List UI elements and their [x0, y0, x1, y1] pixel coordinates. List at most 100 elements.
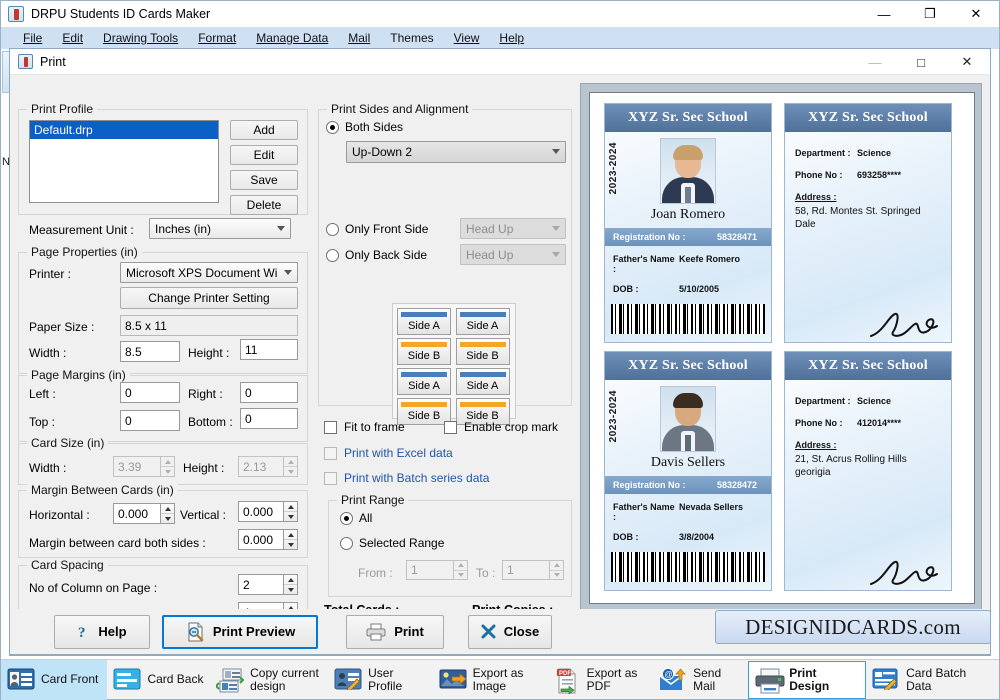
margin-bottom-input[interactable]: 0 [240, 408, 298, 429]
print-preview-pane[interactable]: XYZ Sr. Sec School 2023-2024 Joan Romero [580, 83, 982, 611]
menu-format[interactable]: Format [188, 29, 246, 47]
close-button[interactable]: Close [468, 614, 552, 649]
page-width-input[interactable]: 8.5 [120, 341, 180, 362]
card-2-field-father: Father's Name : Nevada Sellers [613, 502, 763, 522]
tool-print-design[interactable]: Print Design [748, 660, 867, 699]
both-sides-margin-value[interactable]: 0.000 [238, 529, 283, 550]
window-controls: — ❐ ✕ [861, 1, 999, 27]
card-width-value: 3.39 [113, 456, 160, 477]
horizontal-margin-value[interactable]: 0.000 [113, 503, 160, 524]
profile-delete-button[interactable]: Delete [230, 195, 298, 215]
dialog-maximize-icon[interactable]: □ [898, 49, 944, 75]
margin-right-input[interactable]: 0 [240, 382, 298, 403]
card-width-label: Width : [29, 461, 67, 475]
enable-crop-mark-box[interactable] [444, 420, 457, 434]
menu-manage-data[interactable]: Manage Data [246, 29, 338, 47]
tool-send-mail[interactable]: @ Send Mail [653, 660, 748, 700]
printer-select[interactable]: Microsoft XPS Document Wi [120, 262, 298, 283]
menu-view[interactable]: View [444, 29, 490, 47]
vertical-margin-spin-arrows[interactable] [283, 501, 298, 522]
card-1-photo [660, 138, 716, 204]
profile-edit-button[interactable]: Edit [230, 145, 298, 165]
print-profile-listbox[interactable]: Default.drp [29, 120, 219, 203]
user-profile-icon [334, 668, 362, 692]
tool-export-as-image[interactable]: Export as Image [433, 660, 547, 700]
only-back-alignment-select: Head Up [460, 244, 566, 265]
send-mail-icon: @ [659, 667, 687, 692]
menu-mail[interactable]: Mail [338, 29, 380, 47]
menu-drawing-tools[interactable]: Drawing Tools [93, 29, 188, 47]
margin-left-input[interactable]: 0 [120, 382, 180, 403]
radio-both-sides[interactable]: Both Sides [326, 120, 403, 134]
close-icon[interactable]: ✕ [953, 1, 999, 27]
print-profile-item-default[interactable]: Default.drp [30, 121, 218, 139]
copy-design-icon [216, 668, 245, 692]
card-1-back-school-name: XYZ Sr. Sec School [785, 104, 951, 132]
both-sides-margin-stepper[interactable]: 0.000 [238, 529, 298, 550]
change-printer-setting-button[interactable]: Change Printer Setting [120, 287, 298, 309]
radio-only-front-side[interactable]: Only Front Side [326, 222, 428, 236]
side-cell-a4: Side A [455, 368, 510, 395]
card-1-barcode [611, 304, 765, 334]
range-to-spin-arrows [549, 560, 564, 580]
dialog-close-icon[interactable]: ✕ [944, 49, 990, 75]
card-1-field-father: Father's Name : Keefe Romero [613, 254, 763, 274]
columns-per-page-value[interactable]: 2 [238, 574, 283, 595]
card-2-address-value: 21, St. Acrus Rolling Hills georigia [795, 454, 907, 478]
tool-card-batch-label: Card Batch Data [906, 665, 967, 693]
paper-size-label: Paper Size : [29, 320, 95, 334]
print-profile-group-label: Print Profile [27, 102, 98, 116]
range-from-label: From : [358, 566, 393, 580]
fit-to-frame-box[interactable] [324, 420, 337, 434]
card-width-spin-arrows [160, 456, 175, 477]
page-height-label: Height : [188, 346, 230, 360]
tool-user-profile[interactable]: User Profile [328, 660, 433, 700]
menu-help[interactable]: Help [489, 29, 534, 47]
tool-card-back[interactable]: Card Back [107, 660, 210, 700]
horizontal-margin-spin-arrows[interactable] [160, 503, 175, 524]
tool-export-as-pdf[interactable]: PDF Export as PDF [547, 660, 653, 700]
margin-top-input[interactable]: 0 [120, 410, 180, 431]
checkbox-fit-to-frame[interactable]: Fit to frame [324, 420, 405, 434]
card-2-back-phone: Phone No : 412014**** [795, 418, 941, 428]
checkbox-enable-crop-mark[interactable]: Enable crop mark [444, 420, 558, 434]
radio-selected-range[interactable]: Selected Range [340, 536, 444, 550]
profile-add-button[interactable]: Add [230, 120, 298, 140]
measurement-unit-select[interactable]: Inches (in) [149, 218, 291, 239]
minimize-icon[interactable]: — [861, 1, 907, 27]
vertical-margin-value[interactable]: 0.000 [238, 501, 283, 522]
side-cell-b1-label: Side B [407, 350, 441, 362]
tool-card-front[interactable]: Card Front [1, 659, 108, 700]
side-cell-a4-label: Side A [466, 380, 499, 392]
menu-themes[interactable]: Themes [380, 29, 443, 47]
menu-file[interactable]: File [13, 29, 52, 47]
print-dialog-body: Print Profile Default.drp Add Edit Save … [10, 75, 990, 655]
both-sides-alignment-select[interactable]: Up-Down 2 [346, 141, 566, 163]
only-front-alignment-select: Head Up [460, 218, 566, 239]
profile-save-button[interactable]: Save [230, 170, 298, 190]
both-sides-margin-label: Margin between card both sides : [29, 536, 206, 550]
horizontal-margin-stepper[interactable]: 0.000 [113, 503, 175, 524]
columns-per-page-spin-arrows[interactable] [283, 574, 298, 595]
columns-per-page-stepper[interactable]: 2 [238, 574, 298, 595]
tool-copy-current-design[interactable]: Copy current design [210, 660, 328, 700]
menu-help-label: Help [499, 31, 525, 45]
vertical-margin-label: Vertical : [180, 508, 227, 522]
radio-only-front-indicator [326, 222, 339, 236]
card-2-father-label: Father's Name : [613, 502, 675, 522]
maximize-icon[interactable]: ❐ [907, 1, 953, 27]
help-button[interactable]: ? Help [54, 614, 150, 649]
card-2-father-value: Nevada Sellers [679, 502, 744, 512]
vertical-margin-stepper[interactable]: 0.000 [238, 501, 298, 522]
radio-both-sides-indicator [326, 120, 339, 134]
radio-print-all[interactable]: All [340, 511, 372, 525]
radio-only-back-side[interactable]: Only Back Side [326, 248, 427, 262]
page-height-input[interactable]: 11 [240, 339, 298, 360]
side-layout-preview: Side A Side A Side B Side B Side A Side … [392, 303, 516, 425]
tool-card-batch-data[interactable]: Card Batch Data [866, 660, 999, 700]
print-button[interactable]: Print [346, 614, 444, 649]
print-preview-button[interactable]: Print Preview [162, 614, 318, 649]
menu-edit[interactable]: Edit [52, 29, 93, 47]
range-to-label: To : [476, 566, 496, 580]
both-sides-margin-spin-arrows[interactable] [283, 529, 298, 550]
